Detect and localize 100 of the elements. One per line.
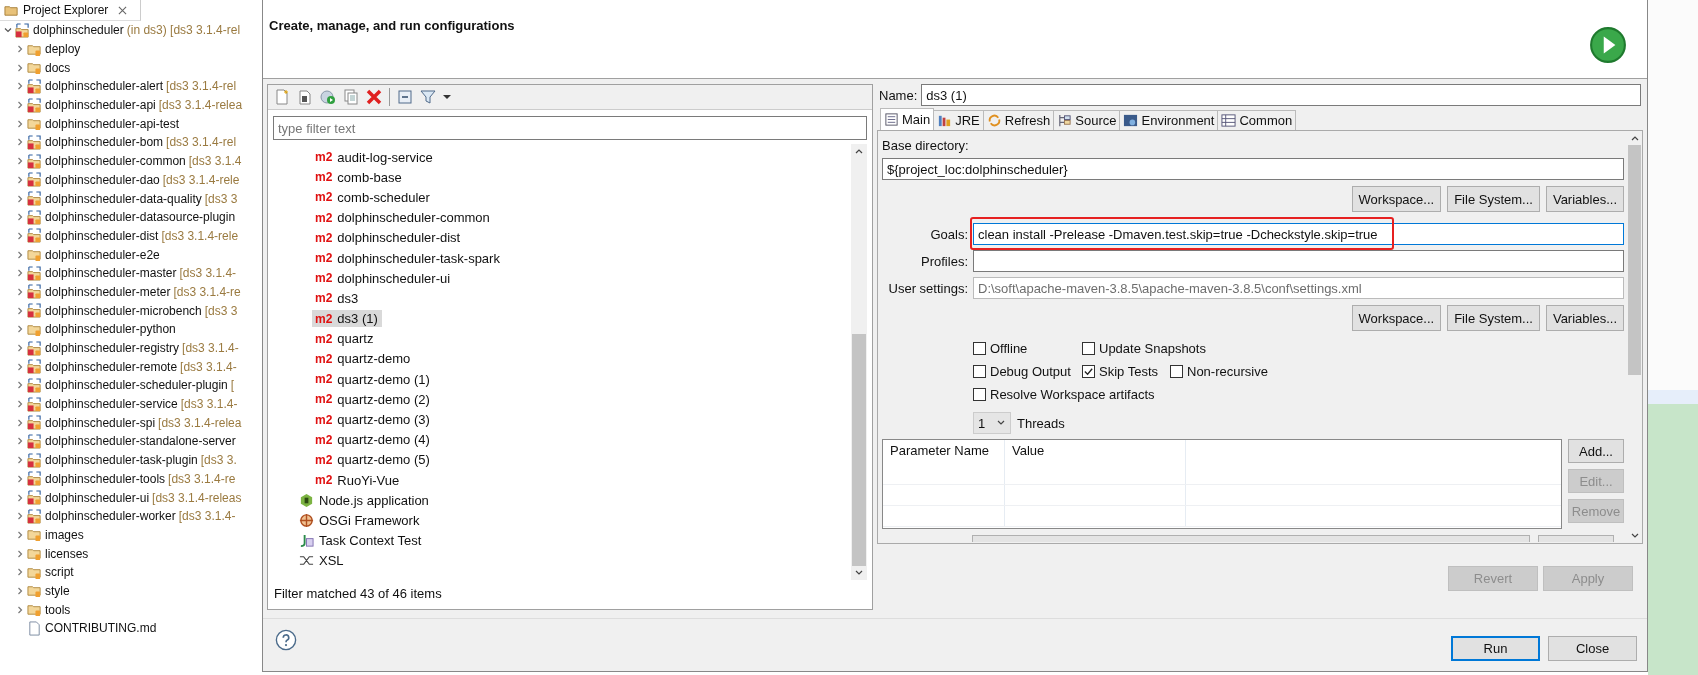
tree-item[interactable]: dolphinscheduler-datasource-plugin (0, 207, 262, 227)
filter-field[interactable]: type filter text (273, 116, 867, 140)
tree-item[interactable]: dolphinscheduler-registry [ds3 3.1.4- (0, 338, 262, 358)
browse-button[interactable]: File System... (1447, 305, 1540, 331)
chevron-icon[interactable] (16, 568, 24, 577)
chevron-icon[interactable] (16, 586, 24, 595)
tree-item[interactable]: style (0, 581, 262, 601)
chevron-icon[interactable] (16, 549, 24, 558)
new-configuration-icon[interactable] (274, 89, 290, 105)
chevron-icon[interactable] (16, 605, 24, 614)
name-field[interactable]: ds3 (1) (921, 84, 1641, 106)
checkbox[interactable] (1082, 342, 1095, 355)
filter-icon[interactable] (420, 89, 436, 105)
tree-item[interactable]: dolphinscheduler-alert [ds3 3.1.4-rel (0, 77, 262, 96)
tab[interactable]: JRE (933, 110, 984, 130)
caret-icon[interactable] (443, 93, 451, 101)
checkbox[interactable] (973, 365, 986, 378)
tree-item[interactable]: dolphinscheduler-e2e (0, 245, 262, 264)
chevron-icon[interactable] (16, 213, 24, 222)
tree-item[interactable]: licenses (0, 544, 262, 563)
configuration-item[interactable]: Node.js application (296, 491, 433, 509)
tree-item[interactable]: docs (0, 58, 262, 78)
configuration-item[interactable]: m2 quartz-demo (1) (312, 370, 434, 388)
chevron-icon[interactable] (16, 325, 24, 334)
checkbox[interactable] (973, 388, 986, 401)
chevron-icon[interactable] (16, 306, 24, 315)
configuration-item[interactable]: m2 ds3 (312, 289, 363, 307)
chevron-icon[interactable] (4, 26, 12, 35)
view-tab[interactable]: Project Explorer (0, 0, 141, 21)
chevron-icon[interactable] (16, 269, 24, 278)
tree-item[interactable]: dolphinscheduler (in ds3) [ds3 3.1.4-rel (0, 21, 262, 40)
browse-button[interactable]: Workspace... (1351, 186, 1442, 212)
help-icon[interactable] (275, 629, 297, 651)
chevron-icon[interactable] (16, 194, 24, 203)
chevron-icon[interactable] (16, 250, 24, 259)
tree-item[interactable]: dolphinscheduler-ui [ds3 3.1.4-releas (0, 488, 262, 507)
tree-item[interactable]: dolphinscheduler-api [ds3 3.1.4-relea (0, 95, 262, 115)
chevron-icon[interactable] (16, 175, 24, 184)
dialog-button[interactable]: Close (1548, 636, 1637, 661)
tree-item[interactable]: dolphinscheduler-spi [ds3 3.1.4-relea (0, 413, 262, 433)
configuration-item[interactable]: XSL (296, 552, 348, 570)
chevron-icon[interactable] (16, 45, 24, 54)
tree-item[interactable]: dolphinscheduler-api-test (0, 114, 262, 134)
configuration-item[interactable]: m2 quartz-demo (312, 350, 415, 368)
chevron-icon[interactable] (16, 400, 24, 409)
export-icon[interactable] (320, 89, 336, 105)
checkbox-label[interactable]: Non-recursive (1187, 364, 1268, 379)
dialog-button[interactable]: Run (1451, 636, 1540, 661)
configuration-item[interactable]: OSGi Framework (296, 511, 424, 529)
checkbox-label[interactable]: Skip Tests (1099, 364, 1158, 379)
checkbox-label[interactable]: Debug Output (990, 364, 1071, 379)
checkbox-label[interactable]: Offline (990, 341, 1028, 356)
configuration-item[interactable]: m2 RuoYi-Vue (312, 471, 404, 489)
chevron-icon[interactable] (16, 437, 24, 446)
tree-item[interactable]: dolphinscheduler-service [ds3 3.1.4- (0, 394, 262, 414)
tree-item[interactable]: images (0, 525, 262, 545)
tree-item[interactable]: dolphinscheduler-standalone-server (0, 432, 262, 451)
tree-item[interactable]: dolphinscheduler-master [ds3 3.1.4- (0, 263, 262, 283)
chevron-icon[interactable] (16, 138, 24, 147)
tab[interactable]: Refresh (982, 110, 1055, 130)
chevron-icon[interactable] (16, 63, 24, 72)
configuration-item[interactable]: m2 audit-log-service (312, 148, 437, 166)
configuration-item[interactable]: m2 dolphinscheduler-task-spark (312, 249, 504, 267)
tree-item[interactable]: dolphinscheduler-microbench [ds3 3 (0, 301, 262, 320)
checkbox-label[interactable]: Resolve Workspace artifacts (990, 387, 1155, 402)
configuration-item[interactable]: m2 ds3 (1) (312, 310, 382, 328)
chevron-icon[interactable] (16, 231, 24, 240)
browse-button[interactable]: Variables... (1545, 305, 1624, 331)
checkbox-label[interactable]: Update Snapshots (1099, 341, 1206, 356)
base-directory-field[interactable]: ${project_loc:dolphinscheduler} (882, 158, 1624, 180)
configuration-item[interactable]: m2 quartz-demo (2) (312, 390, 434, 408)
chevron-icon[interactable] (16, 82, 24, 91)
tab[interactable]: Common (1217, 110, 1297, 130)
chevron-icon[interactable] (16, 287, 24, 296)
tree-item[interactable]: CONTRIBUTING.md (0, 619, 262, 638)
tree-item[interactable]: dolphinscheduler-dao [ds3 3.1.4-rele (0, 170, 262, 190)
configuration-item[interactable]: m2 comb-scheduler (312, 188, 434, 206)
tree-item[interactable]: dolphinscheduler-tools [ds3 3.1.4-re (0, 469, 262, 489)
tree-item[interactable]: dolphinscheduler-scheduler-plugin [ (0, 376, 262, 395)
close-icon[interactable] (118, 5, 128, 15)
browse-button[interactable]: File System... (1447, 186, 1540, 212)
chevron-icon[interactable] (16, 512, 24, 521)
checkbox[interactable] (1082, 365, 1095, 378)
checkbox[interactable] (1170, 365, 1183, 378)
parameter-button[interactable]: Add... (1568, 439, 1624, 463)
scroll-thumb[interactable] (1628, 145, 1641, 375)
tree-item[interactable]: dolphinscheduler-dist [ds3 3.1.4-rele (0, 226, 262, 246)
chevron-icon[interactable] (16, 493, 24, 502)
scrollbar[interactable] (851, 144, 867, 580)
configuration-item[interactable]: m2 quartz-demo (4) (312, 431, 434, 449)
tree-item[interactable]: deploy (0, 39, 262, 59)
tree-item[interactable]: dolphinscheduler-common [ds3 3.1.4 (0, 151, 262, 171)
configuration-item[interactable]: m2 quartz-demo (3) (312, 411, 434, 429)
chevron-icon[interactable] (16, 344, 24, 353)
tab[interactable]: Source (1053, 110, 1121, 130)
tree-item[interactable]: dolphinscheduler-task-plugin [ds3 3. (0, 450, 262, 470)
tab[interactable]: Main (880, 108, 935, 130)
configuration-item[interactable]: m2 comb-base (312, 168, 406, 186)
scroll-thumb[interactable] (852, 334, 866, 566)
browse-button[interactable]: Variables... (1545, 186, 1624, 212)
